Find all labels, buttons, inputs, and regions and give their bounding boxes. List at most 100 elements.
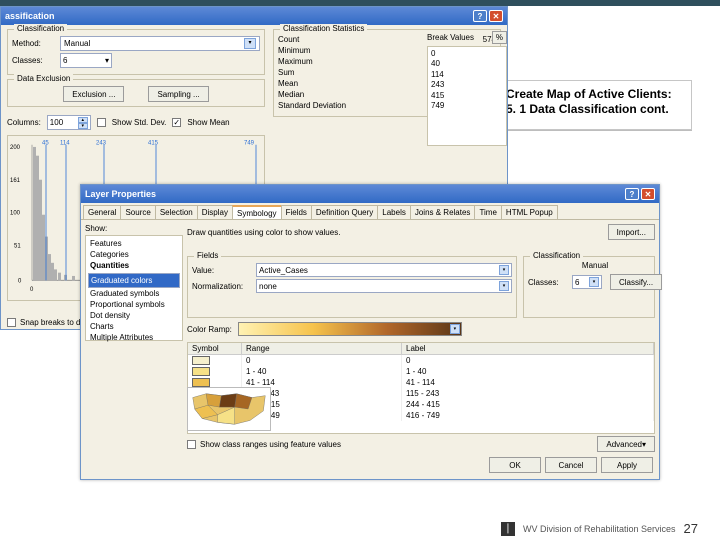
tab-html[interactable]: HTML Popup [501,205,558,219]
spin-down-icon[interactable]: ▾ [78,123,88,129]
class-swatch [192,378,210,387]
page-number: 27 [684,521,698,536]
range-cell: 1 - 40 [242,366,402,377]
label-cell: 244 - 415 [402,399,654,410]
help-icon[interactable]: ? [473,10,487,22]
fields-legend: Fields [194,251,221,260]
show-features[interactable]: Features [88,238,180,249]
close-icon[interactable]: ✕ [489,10,503,22]
ok-button[interactable]: OK [489,457,541,473]
logo-icon: ❘ [501,522,515,536]
show-list[interactable]: Features Categories Quantities Graduated… [85,235,183,341]
chevron-down-icon[interactable]: ▾ [105,56,109,65]
color-ramp[interactable]: ▾ [238,322,462,336]
tab-joins[interactable]: Joins & Relates [410,205,476,219]
data-exclusion-legend: Data Exclusion [14,74,73,83]
svg-text:114: 114 [60,140,70,147]
show-grad-colors[interactable]: Graduated colors [88,273,180,288]
import-button[interactable]: Import... [608,224,655,240]
footer-org: WV Division of Rehabilitation Services [523,524,676,534]
chevron-down-icon[interactable]: ▾ [499,265,509,275]
norm-select[interactable]: none▾ [256,279,512,293]
tab-display[interactable]: Display [197,205,233,219]
chevron-down-icon[interactable]: ▾ [589,277,599,287]
label-cell: 0 [402,355,654,366]
tab-labels[interactable]: Labels [377,205,411,219]
method-select[interactable]: Manual ▾ [60,36,260,51]
tab-selection[interactable]: Selection [155,205,198,219]
show-ranges-checkbox[interactable] [187,440,196,449]
label-cell: 115 - 243 [402,388,654,399]
columns-input[interactable]: 100 ▴▾ [47,115,91,130]
slide-title-l2: 5. 1 Data Classification cont. [506,102,683,117]
close-icon[interactable]: ✕ [641,188,655,200]
svg-text:161: 161 [10,177,20,184]
value-select[interactable]: Active_Cases▾ [256,263,512,277]
svg-text:415: 415 [148,140,158,147]
break-values-label: Break Values [427,33,474,42]
chevron-down-icon[interactable]: ▾ [450,324,460,334]
tab-fields[interactable]: Fields [281,205,312,219]
tab-general[interactable]: General [83,205,121,219]
label-cell: 416 - 749 [402,410,654,421]
tab-source[interactable]: Source [120,205,155,219]
snap-checkbox[interactable] [7,318,16,327]
show-grad-symbols[interactable]: Graduated symbols [88,288,180,299]
sampling-button[interactable]: Sampling ... [148,86,208,102]
chevron-down-icon[interactable]: ▾ [244,38,256,49]
window-titlebar[interactable]: Layer Properties ? ✕ [81,185,659,203]
svg-text:0: 0 [18,277,22,284]
tab-defquery[interactable]: Definition Query [311,205,378,219]
show-categories[interactable]: Categories [88,249,180,260]
classification-legend: Classification [530,251,583,260]
show-dot-density[interactable]: Dot density [88,310,180,321]
tab-bar: General Source Selection Display Symbolo… [81,203,659,219]
norm-label: Normalization: [192,282,252,291]
th-symbol[interactable]: Symbol [188,343,242,354]
show-std-checkbox[interactable] [97,118,106,127]
show-label: Show: [85,224,183,233]
svg-text:749: 749 [244,140,254,147]
help-icon[interactable]: ? [625,188,639,200]
advanced-button[interactable]: Advanced ▾ [597,436,655,452]
cancel-button[interactable]: Cancel [545,457,597,473]
classes-select[interactable]: 6▾ [572,275,602,289]
show-prop-symbols[interactable]: Proportional symbols [88,299,180,310]
window-titlebar[interactable]: assification ? ✕ [1,7,507,25]
classify-button[interactable]: Classify... [610,274,662,290]
th-label[interactable]: Label [402,343,654,354]
stats-legend: Classification Statistics [280,24,367,33]
svg-text:45: 45 [42,140,49,147]
slide-title: Create Map of Active Clients: 5. 1 Data … [497,80,692,130]
classification-group: Classification Method: Manual ▾ Classes:… [7,29,265,75]
show-charts[interactable]: Charts [88,321,180,332]
svg-text:243: 243 [96,140,106,147]
footer: ❘ WV Division of Rehabilitation Services… [501,521,698,536]
break-values-list[interactable]: 0 40 114 243 415 749 [427,46,507,146]
layer-properties-window: Layer Properties ? ✕ General Source Sele… [80,184,660,480]
window-title: Layer Properties [85,189,156,199]
show-std-label: Show Std. Dev. [112,118,167,127]
method-label: Method: [12,39,56,48]
left-area: Show: Features Categories Quantities Gra… [85,224,183,469]
exclusion-button[interactable]: Exclusion ... [63,86,124,102]
apply-button[interactable]: Apply [601,457,653,473]
label-cell: 1 - 40 [402,366,654,377]
show-mean-checkbox[interactable] [172,118,181,127]
svg-text:200: 200 [10,144,20,151]
th-range[interactable]: Range [242,343,402,354]
break-values-group: Break Values % 0 40 114 243 415 749 [427,31,507,146]
show-multi-attr[interactable]: Multiple Attributes [88,332,180,343]
data-exclusion-group: Data Exclusion Exclusion ... Sampling ..… [7,79,265,107]
columns-label: Columns: [7,118,41,127]
tab-time[interactable]: Time [474,205,501,219]
chevron-down-icon[interactable]: ▾ [499,281,509,291]
tab-symbology[interactable]: Symbology [232,205,282,219]
show-quantities[interactable]: Quantities [88,260,180,271]
table-row[interactable]: 1 - 401 - 40 [188,366,654,377]
classes-input[interactable]: 6 ▾ [60,53,112,68]
class-method: Manual [528,261,662,270]
percent-button[interactable]: % [492,31,507,44]
table-row[interactable]: 00 [188,355,654,366]
classes-label: Classes: [12,56,56,65]
